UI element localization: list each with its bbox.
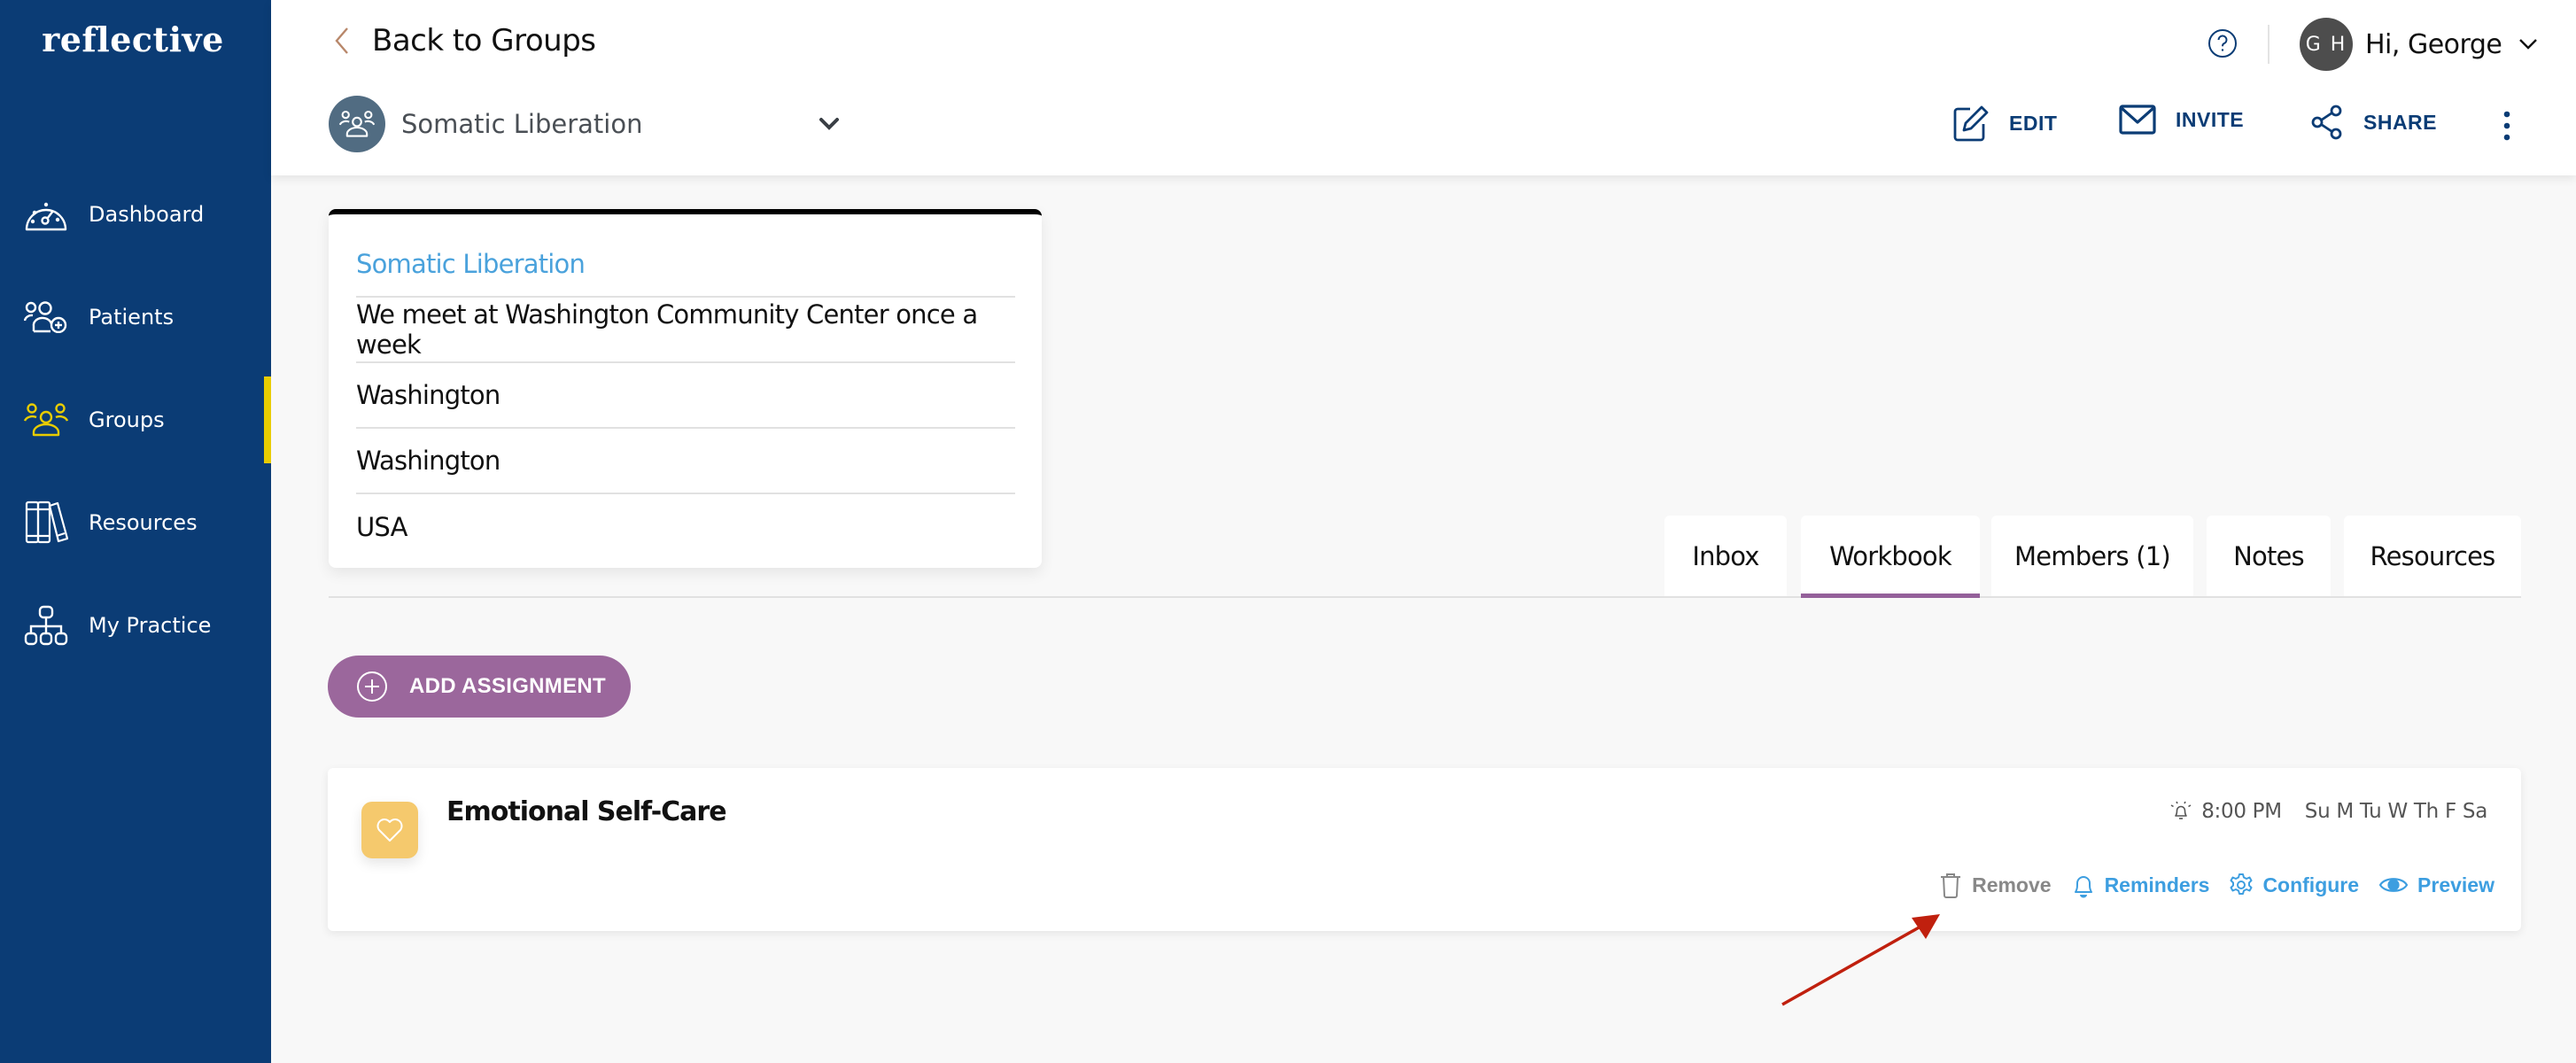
sidebar-item-my-practice[interactable]: My Practice [0,590,271,661]
mail-icon [2119,105,2156,135]
books-icon [23,500,69,546]
user-greeting: Hi, George [2365,28,2502,60]
assignment-title[interactable]: Emotional Self-Care [446,796,727,827]
reminders-label: Reminders [2104,873,2210,896]
group-selector-value: Somatic Liberation [401,109,643,139]
assignment-icon [361,802,418,858]
configure-button[interactable]: Configure [2229,872,2359,898]
assignment-card: Emotional Self-Care 8:00 PM Su M Tu W Th… [328,768,2521,931]
preview-button[interactable]: Preview [2378,872,2495,898]
chevron-down-icon [819,118,839,130]
more-options-icon[interactable] [2498,110,2516,142]
group-info-title[interactable]: Somatic Liberation [356,232,1015,298]
bell-icon [2074,876,2092,898]
reminder-time: 8:00 PM [2201,800,2282,823]
group-avatar [329,96,385,152]
header-divider [2268,25,2270,64]
org-chart-icon [23,602,69,648]
preview-label: Preview [2417,873,2495,896]
sidebar-item-label: Resources [89,510,198,535]
sidebar-item-dashboard[interactable]: Dashboard [0,179,271,250]
edit-button[interactable]: EDIT [1952,105,2057,142]
share-icon [2311,105,2342,140]
user-avatar: G H [2300,18,2353,71]
sidebar-item-groups[interactable]: Groups [0,384,271,455]
group-icon [339,110,375,137]
sidebar: reflective Dashboard Patients Groups Res… [0,0,271,1063]
plus-circle-icon [357,671,387,702]
tab-inbox[interactable]: Inbox [1664,516,1787,596]
add-assignment-button[interactable]: ADD ASSIGNMENT [328,656,631,718]
sidebar-item-label: My Practice [89,613,212,638]
reminder-days: Su M Tu W Th F Sa [2304,800,2488,823]
tabs-divider [329,596,2521,598]
add-users-icon [23,294,69,340]
chevron-left-icon [335,27,348,54]
alarm-icon [2170,801,2192,819]
sidebar-item-label: Groups [89,407,165,432]
configure-label: Configure [2262,873,2360,896]
group-info-card: Somatic Liberation We meet at Washington… [329,209,1042,568]
user-menu[interactable]: G H Hi, George [2300,18,2539,71]
eye-icon [2378,878,2409,892]
heart-icon [376,819,403,842]
remove-label: Remove [1972,873,2052,896]
share-button[interactable]: SHARE [2310,105,2437,140]
sidebar-item-label: Patients [89,305,175,330]
invite-button[interactable]: INVITE [2119,105,2244,135]
share-label: SHARE [2363,110,2438,134]
invite-label: INVITE [2176,107,2245,131]
sidebar-item-label: Dashboard [89,202,205,227]
tab-resources[interactable]: Resources [2344,516,2521,596]
gear-icon [2230,873,2253,895]
header: Back to Groups Somatic Liberation G H Hi… [271,0,2576,175]
annotation-arrow [1781,914,1940,1006]
tab-notes[interactable]: Notes [2207,516,2331,596]
edit-icon [1953,105,1989,142]
add-assignment-label: ADD ASSIGNMENT [409,674,606,698]
group-info-city: Washington [356,363,1015,429]
tab-workbook[interactable]: Workbook [1801,516,1980,598]
group-info-state: Washington [356,429,1015,494]
back-label: Back to Groups [372,23,596,58]
back-to-groups-link[interactable]: Back to Groups [331,23,596,58]
group-icon [23,397,69,443]
sidebar-item-resources[interactable]: Resources [0,487,271,558]
group-info-country: USA [356,512,407,542]
app-logo[interactable]: reflective [0,19,266,59]
reminders-button[interactable]: Reminders [2071,872,2210,898]
edit-label: EDIT [2009,111,2058,135]
gauge-icon [23,191,69,237]
assignment-actions: Remove Reminders Configure Preview [1919,872,2495,898]
group-selector[interactable]: Somatic Liberation [329,95,842,153]
help-icon[interactable] [2207,28,2238,58]
sidebar-item-patients[interactable]: Patients [0,282,271,353]
chevron-down-icon [2519,39,2538,50]
group-info-description: We meet at Washington Community Center o… [356,298,1015,363]
tab-members[interactable]: Members (1) [1991,516,2193,596]
assignment-schedule: 8:00 PM Su M Tu W Th F Sa [2169,800,2487,823]
